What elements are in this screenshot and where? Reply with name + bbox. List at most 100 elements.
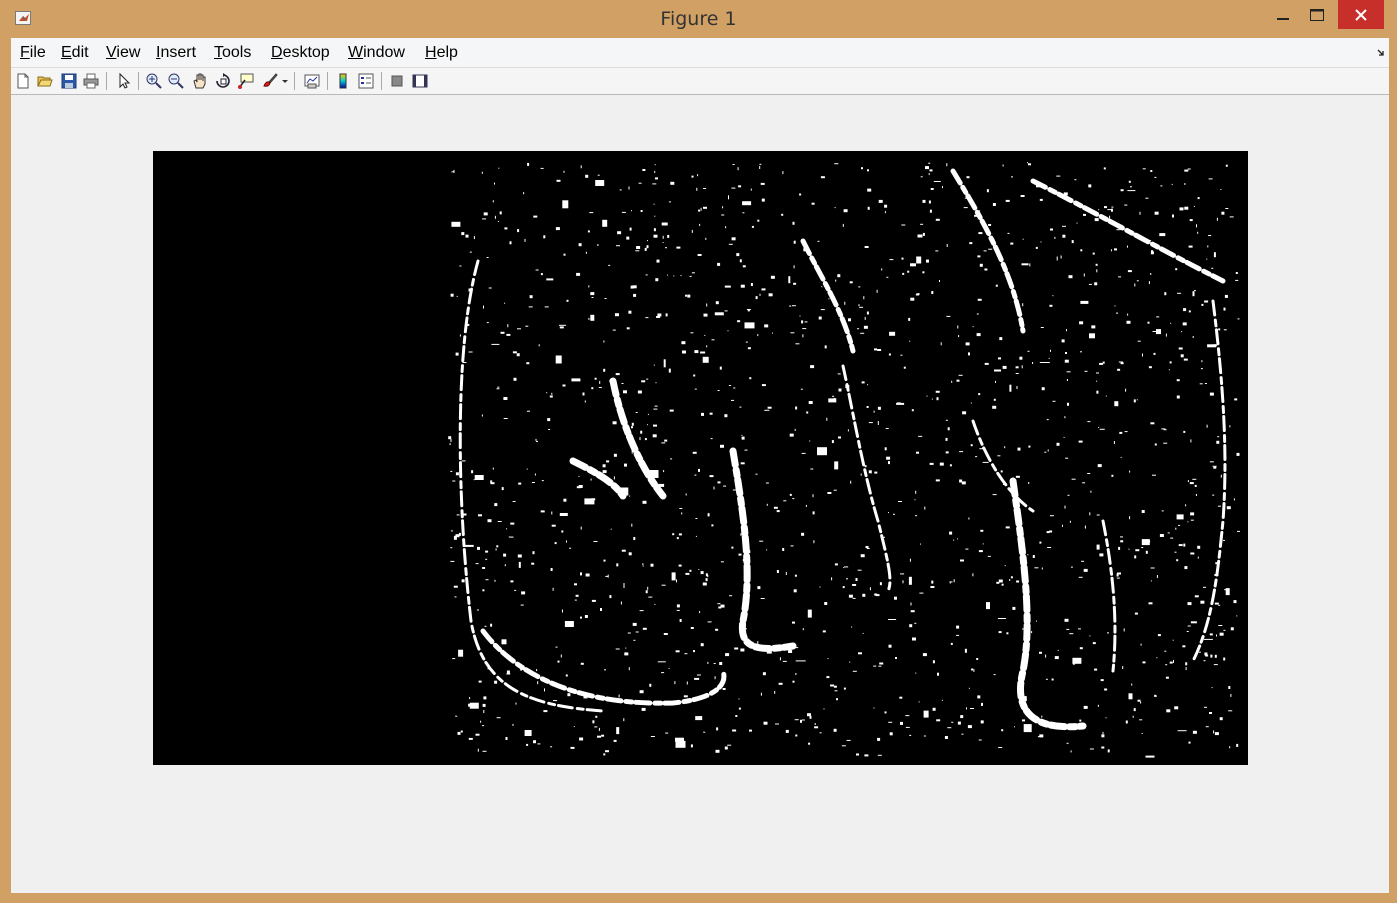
speckle	[563, 170, 565, 173]
speckle	[905, 715, 910, 717]
speckle	[920, 176, 923, 178]
speckle	[1145, 755, 1155, 758]
minimize-button[interactable]	[1266, 0, 1300, 29]
speckle	[976, 333, 981, 337]
pan-icon[interactable]	[191, 72, 209, 90]
speckle	[1154, 176, 1157, 178]
maximize-button[interactable]	[1300, 0, 1334, 29]
speckle	[1211, 687, 1213, 689]
speckle	[874, 593, 878, 596]
show-plot-tools-icon[interactable]	[411, 72, 429, 90]
speckle	[745, 341, 748, 343]
speckle	[888, 512, 889, 514]
speckle	[714, 676, 716, 680]
save-figure-icon[interactable]	[60, 72, 78, 90]
new-figure-icon[interactable]	[14, 72, 32, 90]
speckle	[517, 554, 522, 558]
brush-icon[interactable]	[261, 72, 279, 90]
speckle	[969, 242, 973, 245]
speckle	[663, 633, 668, 635]
speckle	[1116, 229, 1121, 231]
speckle	[1054, 656, 1059, 660]
speckle	[1120, 536, 1123, 538]
speckle	[986, 602, 990, 610]
speckle	[1002, 164, 1004, 167]
menu-window[interactable]: Window	[348, 44, 405, 62]
zoom-out-icon[interactable]	[167, 72, 185, 90]
speckle	[1011, 176, 1013, 178]
speckle	[1189, 219, 1193, 222]
brush-dropdown-icon[interactable]	[281, 72, 289, 90]
speckle	[518, 482, 522, 485]
speckle	[962, 411, 967, 415]
speckle	[450, 293, 454, 297]
print-figure-icon[interactable]	[82, 72, 100, 90]
speckle	[503, 553, 507, 557]
speckle	[1089, 635, 1091, 637]
speckle	[1209, 633, 1213, 636]
speckle	[949, 464, 952, 467]
speckle	[1139, 211, 1141, 215]
speckle	[645, 590, 648, 594]
hide-plot-tools-icon[interactable]	[388, 72, 406, 90]
speckle	[494, 182, 495, 185]
speckle	[1017, 447, 1021, 451]
menu-edit[interactable]: Edit	[61, 44, 89, 62]
speckle	[455, 534, 460, 538]
speckle	[888, 619, 897, 620]
menu-overflow-icon[interactable]	[1377, 49, 1385, 57]
speckle	[700, 643, 704, 647]
speckle	[710, 438, 713, 440]
speckle	[764, 409, 770, 411]
open-file-icon[interactable]	[36, 72, 54, 90]
speckle	[698, 468, 700, 472]
close-button[interactable]	[1338, 0, 1384, 29]
speckle	[1080, 249, 1083, 252]
speckle	[661, 584, 666, 586]
link-plot-icon[interactable]	[303, 72, 321, 90]
speckle	[790, 332, 795, 334]
speckle	[803, 248, 808, 252]
menu-help[interactable]: Help	[425, 44, 458, 62]
speckle	[598, 727, 600, 731]
speckle	[668, 668, 670, 669]
speckle	[503, 397, 508, 400]
insert-legend-icon[interactable]	[357, 72, 375, 90]
speckle	[762, 672, 766, 676]
speckle	[866, 406, 869, 408]
speckle	[1193, 205, 1195, 207]
speckle	[602, 219, 608, 227]
speckle	[755, 473, 758, 475]
speckle	[736, 253, 740, 257]
speckle	[653, 228, 656, 232]
menu-insert[interactable]: Insert	[156, 44, 196, 62]
edit-plot-icon[interactable]	[115, 72, 133, 90]
speckle	[1174, 706, 1179, 710]
speckle	[757, 641, 759, 645]
speckle	[848, 333, 851, 336]
speckle	[644, 247, 647, 251]
figure-canvas[interactable]	[11, 95, 1389, 893]
close-icon	[1355, 8, 1367, 21]
speckle	[483, 305, 484, 309]
speckle	[681, 512, 683, 515]
speckle	[454, 596, 457, 598]
speckle	[789, 493, 792, 496]
title-bar[interactable]: Figure 1	[0, 0, 1397, 38]
menu-file[interactable]: File	[20, 44, 46, 62]
data-cursor-icon[interactable]	[237, 72, 255, 90]
speckle	[647, 586, 649, 590]
speckle	[1092, 642, 1096, 645]
speckle	[834, 461, 839, 470]
menu-desktop[interactable]: Desktop	[271, 44, 330, 62]
menu-tools[interactable]: Tools	[214, 44, 251, 62]
rotate-3d-icon[interactable]	[214, 72, 232, 90]
speckle	[1072, 662, 1075, 665]
insert-colorbar-icon[interactable]	[334, 72, 352, 90]
speckle	[480, 720, 482, 723]
speckle	[494, 680, 498, 684]
binary-image-axes[interactable]	[153, 151, 1248, 765]
menu-view[interactable]: View	[106, 44, 140, 62]
speckle	[500, 331, 505, 334]
zoom-in-icon[interactable]	[145, 72, 163, 90]
